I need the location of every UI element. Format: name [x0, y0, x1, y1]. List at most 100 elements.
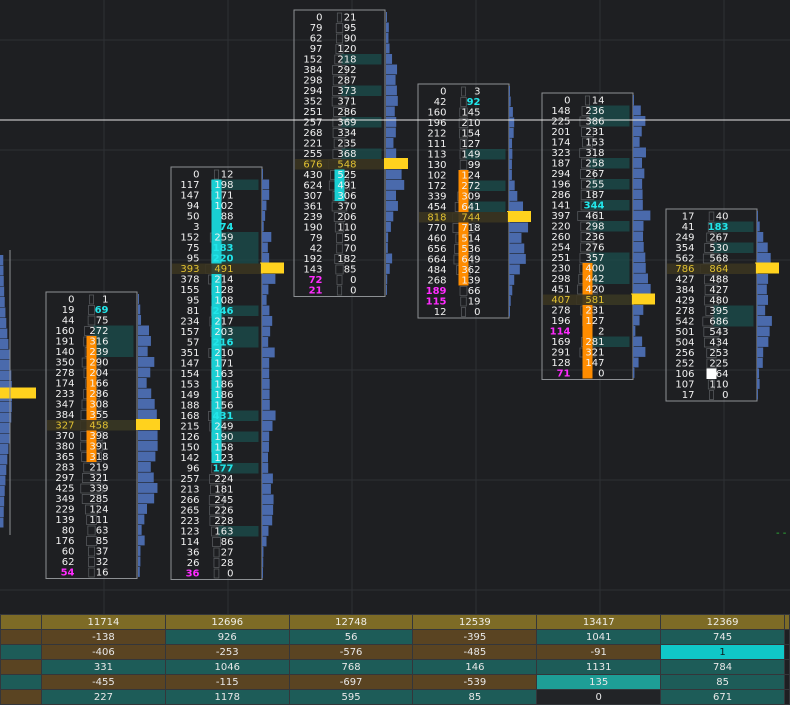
volume-profiles	[0, 250, 36, 535]
bid-volume-label: 174	[551, 138, 570, 149]
ask-volume-label: 214	[214, 275, 233, 286]
volume-profile-bar	[757, 305, 766, 316]
stats-cell: 11714	[41, 614, 166, 630]
level-volume-outline	[336, 12, 343, 23]
bid-volume-label: 351	[180, 348, 199, 359]
ask-volume-label: 225	[709, 359, 728, 370]
bid-volume-label: 155	[180, 285, 199, 296]
bid-volume-label: 94	[187, 201, 200, 212]
ask-volume-label: 0	[474, 307, 480, 318]
volume-profile-bar	[262, 379, 270, 389]
volume-profile-bar	[386, 148, 397, 159]
bid-volume-label: 213	[180, 485, 199, 496]
bid-volume-label: 36	[187, 548, 200, 559]
ask-volume-label: 357	[585, 253, 604, 264]
volume-profile-bar	[633, 116, 646, 126]
bid-volume-label: 384	[675, 285, 694, 296]
footprint-bar: 17 4041 183249 267354 530562 568786 864427 4883…	[665, 208, 779, 402]
ask-volume-label: 220	[213, 254, 234, 265]
bid-volume-label: 79	[310, 23, 323, 34]
volume-profile-bar	[262, 452, 268, 463]
bid-volume-label: 95	[187, 296, 200, 307]
bid-volume-label: 251	[303, 107, 322, 118]
level-volume-outline	[709, 390, 714, 400]
volume-profile-bar	[262, 526, 269, 536]
ask-volume-label: 686	[709, 317, 728, 328]
level-volume-outline	[459, 160, 468, 170]
ask-volume-label: 154	[461, 129, 480, 140]
level-volume-outline	[87, 315, 96, 326]
ask-volume-label: 0	[227, 569, 233, 580]
ask-volume-label: 420	[585, 285, 604, 296]
stats-cell: 671	[660, 689, 785, 705]
volume-profile-bar	[262, 221, 264, 232]
bid-volume-label: 225	[551, 117, 570, 128]
ask-volume-label: 123	[214, 453, 233, 464]
stats-cell: 13417	[536, 614, 662, 630]
volume-profile-bar	[138, 451, 156, 462]
bid-volume-label: 19	[62, 305, 75, 316]
bid-volume-label: 26	[187, 558, 200, 569]
stats-cell: 12696	[164, 614, 290, 630]
ask-volume-label: 198	[214, 180, 233, 191]
volume-profile-bar	[509, 128, 514, 138]
ask-volume-label: 210	[214, 348, 233, 359]
volume-profile-bar	[0, 475, 6, 486]
volume-profile-bar	[509, 233, 522, 243]
ask-volume-label: 40	[716, 212, 729, 223]
ask-volume-label: 64	[716, 369, 729, 380]
bid-volume-label: 152	[180, 233, 199, 244]
volume-profile-bar	[633, 210, 651, 221]
ask-volume-label: 145	[461, 108, 480, 119]
volume-profile-bar	[0, 328, 8, 339]
volume-profile-bar	[0, 307, 6, 318]
volume-profile-bar	[633, 189, 643, 200]
volume-profile-bar	[633, 137, 640, 147]
footprint-chart[interactable]: 0 119 6944 75160 272191 316140 239350 290278 204…	[0, 0, 790, 614]
volume-profile-bar	[633, 305, 644, 315]
volume-profile-bar	[757, 337, 769, 347]
volume-profile-bar	[138, 546, 141, 556]
volume-profile-bar	[386, 12, 387, 22]
bid-volume-label: 188	[180, 401, 199, 412]
bid-volume-label: 174	[55, 379, 74, 390]
bid-volume-label: 460	[427, 234, 446, 245]
stats-cell: -455	[41, 674, 166, 690]
stats-cell: 768	[288, 659, 414, 675]
ask-volume-label: 0	[350, 286, 356, 297]
bid-volume-label: 257	[180, 474, 199, 485]
volume-profile-bar	[757, 284, 767, 295]
bid-volume-label: 365	[55, 452, 74, 463]
ask-volume-label: 228	[214, 516, 233, 527]
bid-volume-label: 212	[427, 129, 446, 140]
bid-volume-label: 17	[682, 390, 695, 401]
volume-profile-bar	[386, 274, 388, 285]
bid-volume-label: 115	[426, 297, 447, 308]
ask-volume-label: 171	[214, 359, 233, 370]
ask-volume-label: 3	[474, 87, 480, 98]
ask-volume-label: 224	[214, 474, 233, 485]
volume-profile-bar	[0, 465, 7, 475]
stats-row-delta2: -406 -253 -576 -485 -91 1	[0, 644, 790, 660]
volume-profile-bar	[633, 147, 646, 158]
bid-volume-label: 81	[187, 306, 200, 317]
volume-profile-bar	[138, 567, 140, 577]
bid-volume-label: 294	[303, 86, 322, 97]
stats-cell: 56	[288, 629, 414, 645]
volume-profile-bar	[262, 347, 275, 358]
ask-volume-label: 218	[337, 55, 356, 66]
ask-volume-label: 139	[461, 276, 480, 287]
volume-profile-bar	[509, 306, 510, 317]
footprint-bar: 0 342 92160 145196 210212 154111 127113 149130 9…	[417, 83, 531, 319]
bid-volume-label: 80	[62, 526, 75, 537]
volume-profile-bar	[509, 243, 525, 254]
ask-volume-label: 120	[337, 44, 356, 55]
ask-volume-label: 63	[96, 526, 109, 537]
bid-volume-label: 113	[427, 150, 446, 161]
volume-profile-bar	[757, 389, 758, 400]
bid-volume-label: 140	[55, 347, 74, 358]
volume-profile-bar	[262, 232, 272, 242]
ask-volume-label: 400	[585, 264, 604, 275]
ask-volume-label: 491	[214, 264, 233, 275]
volume-profile-bar	[509, 86, 510, 96]
